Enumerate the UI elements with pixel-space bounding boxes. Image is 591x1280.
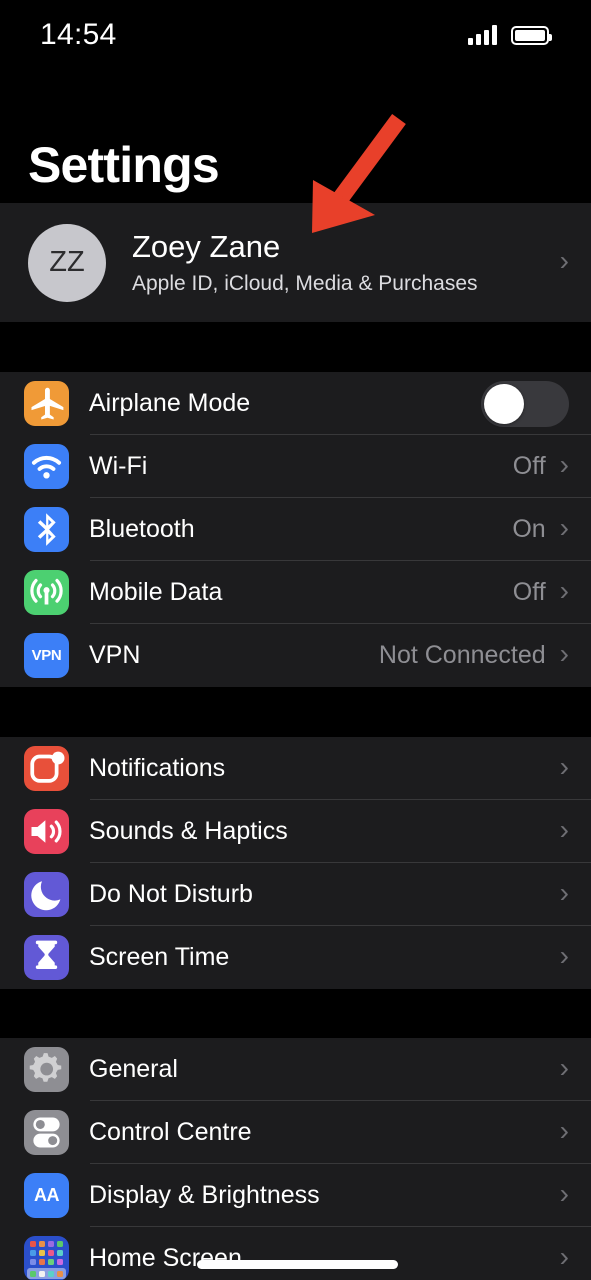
apple-id-profile-row[interactable]: ZZ Zoey Zane Apple ID, iCloud, Media & P… — [0, 203, 591, 322]
settings-group-connectivity: Airplane Mode Wi-Fi Off › Bluetooth On › Mobile… — [0, 372, 591, 687]
settings-row-airplane-mode[interactable]: Airplane Mode — [0, 372, 591, 435]
avatar: ZZ — [28, 223, 106, 302]
settings-row-label: Mobile Data — [89, 578, 223, 606]
toggle-knob — [484, 383, 524, 424]
settings-row-wi-fi[interactable]: Wi-Fi Off › — [0, 435, 591, 498]
page-title: Settings — [28, 137, 220, 193]
chevron-right-icon: › — [559, 1114, 569, 1146]
chevron-right-icon: › — [559, 511, 569, 543]
mobile-data-icon — [24, 570, 69, 615]
settings-row-notifications[interactable]: Notifications › — [0, 737, 591, 800]
settings-row-label: VPN — [89, 641, 141, 669]
settings-row-value: Off — [512, 578, 546, 606]
chevron-right-icon: › — [559, 876, 569, 908]
chevron-right-icon: › — [559, 574, 569, 606]
home-screen-icon — [24, 1236, 69, 1280]
do-not-disturb-icon — [24, 872, 69, 917]
chevron-right-icon: › — [559, 637, 569, 669]
settings-row-control-centre[interactable]: Control Centre › — [0, 1101, 591, 1164]
gear-icon — [24, 1047, 69, 1092]
settings-row-label: Screen Time — [89, 943, 230, 971]
settings-row-label: Do Not Disturb — [89, 880, 253, 908]
settings-row-label: Bluetooth — [89, 515, 195, 543]
iphone-settings-screen: 14:54 Settings ZZ Zoey Zane Apple ID, iC… — [0, 0, 591, 1280]
chevron-right-icon: › — [559, 1240, 569, 1272]
settings-row-label: Sounds & Haptics — [89, 817, 288, 845]
airplane-mode-toggle[interactable] — [481, 380, 569, 427]
settings-row-display-brightness[interactable]: AA Display & Brightness › — [0, 1164, 591, 1227]
cellular-signal-icon — [468, 25, 497, 45]
settings-row-label: Control Centre — [89, 1118, 252, 1146]
notifications-icon — [24, 746, 69, 791]
settings-row-bluetooth[interactable]: Bluetooth On › — [0, 498, 591, 561]
settings-row-screen-time[interactable]: Screen Time › — [0, 926, 591, 989]
profile-subtitle: Apple ID, iCloud, Media & Purchases — [132, 271, 478, 295]
battery-full-icon — [511, 25, 552, 45]
chevron-right-icon: › — [559, 244, 569, 276]
chevron-right-icon: › — [559, 750, 569, 782]
settings-row-label: Airplane Mode — [89, 389, 251, 417]
settings-row-do-not-disturb[interactable]: Do Not Disturb › — [0, 863, 591, 926]
status-bar: 14:54 — [0, 0, 591, 70]
settings-row-label: Display & Brightness — [89, 1181, 320, 1209]
settings-group-system: General › Control Centre › AA Display & Brigh… — [0, 1038, 591, 1280]
home-indicator[interactable] — [197, 1260, 398, 1269]
chevron-right-icon: › — [559, 448, 569, 480]
settings-row-label: General — [89, 1055, 178, 1083]
vpn-icon: VPN — [24, 633, 69, 678]
profile-text: Zoey Zane Apple ID, iCloud, Media & Purc… — [132, 229, 560, 296]
profile-name: Zoey Zane — [132, 229, 281, 265]
status-bar-indicators — [468, 25, 552, 45]
screen-time-icon — [24, 935, 69, 980]
status-bar-time: 14:54 — [40, 18, 117, 51]
sounds-haptics-icon — [24, 809, 69, 854]
display-brightness-icon: AA — [24, 1173, 69, 1218]
profile-group: ZZ Zoey Zane Apple ID, iCloud, Media & P… — [0, 203, 591, 322]
airplane-icon — [24, 381, 69, 426]
settings-row-mobile-data[interactable]: Mobile Data Off › — [0, 561, 591, 624]
settings-row-value: On — [512, 515, 546, 543]
settings-row-value: Off — [512, 452, 546, 480]
chevron-right-icon: › — [559, 813, 569, 845]
settings-row-sounds-haptics[interactable]: Sounds & Haptics › — [0, 800, 591, 863]
settings-row-vpn[interactable]: VPN VPN Not Connected › — [0, 624, 591, 687]
settings-row-label: Notifications — [89, 754, 226, 782]
settings-row-home-screen[interactable]: Home Screen › — [0, 1227, 591, 1280]
control-centre-icon — [24, 1110, 69, 1155]
settings-row-label: Wi-Fi — [89, 452, 148, 480]
settings-row-general[interactable]: General › — [0, 1038, 591, 1101]
wifi-icon — [24, 444, 69, 489]
settings-row-value: Not Connected — [378, 641, 546, 669]
chevron-right-icon: › — [559, 939, 569, 971]
settings-group-notifications: Notifications › Sounds & Haptics › Do Not Di… — [0, 737, 591, 989]
chevron-right-icon: › — [559, 1051, 569, 1083]
bluetooth-icon — [24, 507, 69, 552]
chevron-right-icon: › — [559, 1177, 569, 1209]
